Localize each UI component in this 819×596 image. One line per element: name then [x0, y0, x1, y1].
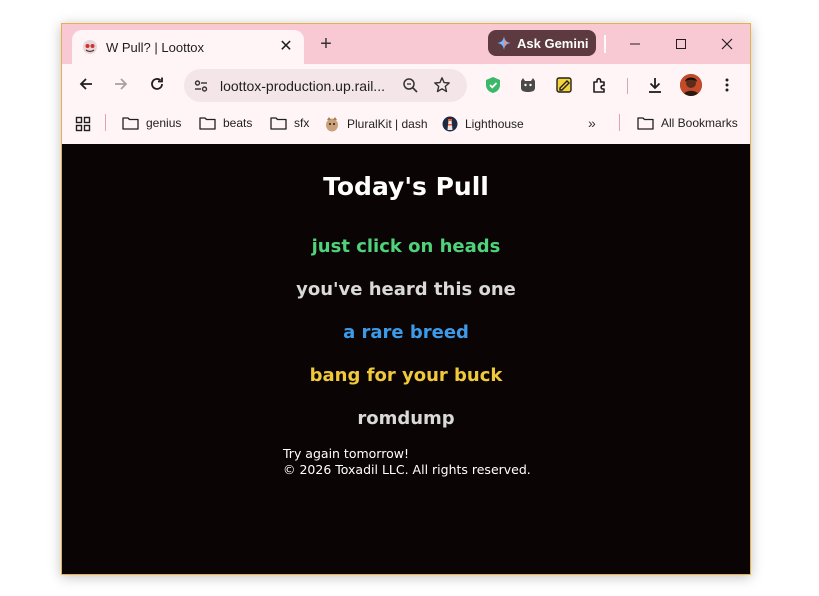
shield-extension-icon[interactable]	[483, 75, 503, 95]
copyright-text: © 2026 Toxadil LLC. All rights reserved.	[283, 462, 531, 477]
tab-title: W Pull? | Loottox	[106, 39, 205, 55]
new-tab-icon[interactable]: +	[316, 34, 336, 54]
pull-item[interactable]: romdump	[62, 408, 750, 429]
more-bookmarks-icon[interactable]: »	[588, 115, 596, 131]
pluralkit-favicon-icon	[326, 117, 338, 132]
bookmark-separator	[105, 114, 106, 131]
pull-item[interactable]: bang for your buck	[62, 365, 750, 386]
notes-extension-icon[interactable]	[554, 75, 574, 95]
reload-icon[interactable]	[147, 74, 167, 94]
bookmark-pluralkit[interactable]: PluralKit | dash	[324, 116, 428, 132]
zoom-icon[interactable]	[402, 77, 419, 94]
browser-toolbar: loottox-production.up.rail...	[62, 64, 750, 104]
bookmark-star-icon[interactable]	[433, 76, 451, 94]
address-bar[interactable]: loottox-production.up.rail...	[184, 69, 467, 102]
url-text[interactable]: loottox-production.up.rail...	[220, 78, 385, 94]
bookmark-separator	[619, 114, 620, 131]
browser-window: W Pull? | Loottox ✕ + Ask Gemini loottox…	[61, 23, 751, 575]
bookmark-label: PluralKit | dash	[347, 117, 428, 131]
bookmark-folder-beats[interactable]: beats	[199, 116, 252, 130]
toolbar-separator	[627, 78, 628, 94]
ask-gemini-label: Ask Gemini	[517, 35, 589, 51]
lighthouse-favicon-icon	[442, 116, 458, 132]
pull-item[interactable]: just click on heads	[62, 236, 750, 257]
all-bookmarks-label: All Bookmarks	[661, 116, 738, 130]
download-icon[interactable]	[645, 75, 665, 95]
tab-strip-separator	[604, 35, 606, 53]
bookmark-label: sfx	[294, 116, 310, 130]
close-window-icon[interactable]	[717, 34, 737, 54]
folder-icon	[270, 117, 287, 130]
extensions-puzzle-icon[interactable]	[590, 75, 610, 95]
tab-close-icon[interactable]: ✕	[278, 39, 294, 55]
bookmark-folder-sfx[interactable]: sfx	[270, 116, 309, 130]
back-arrow-icon[interactable]	[76, 74, 96, 94]
bookmark-label: Lighthouse	[465, 117, 524, 131]
bookmark-label: beats	[223, 116, 253, 130]
maximize-icon[interactable]	[671, 34, 691, 54]
site-info-icon[interactable]	[193, 78, 209, 94]
folder-icon	[122, 117, 139, 130]
bookmark-lighthouse[interactable]: Lighthouse	[442, 116, 524, 132]
page-footer: Try again tomorrow! © 2026 Toxadil LLC. …	[283, 446, 531, 478]
cat-extension-icon[interactable]	[518, 75, 538, 95]
bookmark-folder-genius[interactable]: genius	[122, 116, 181, 130]
ask-gemini-button[interactable]: Ask Gemini	[488, 30, 596, 56]
minimize-icon[interactable]	[625, 34, 645, 54]
retry-message: Try again tomorrow!	[283, 446, 409, 461]
profile-avatar[interactable]	[680, 74, 702, 96]
pull-item[interactable]: a rare breed	[62, 322, 750, 343]
bookmarks-bar: genius beats sfx PluralKit | dash Lighth…	[62, 104, 750, 144]
active-tab[interactable]: W Pull? | Loottox ✕	[72, 30, 304, 64]
gemini-sparkle-icon	[497, 36, 511, 50]
forward-arrow-icon[interactable]	[111, 74, 131, 94]
loottox-favicon-icon	[83, 40, 97, 54]
page-content: Today's Pull just click on heads you've …	[62, 144, 750, 574]
apps-grid-icon[interactable]	[75, 116, 91, 132]
all-bookmarks-button[interactable]: All Bookmarks	[637, 116, 738, 130]
folder-icon	[637, 117, 654, 130]
pull-item[interactable]: you've heard this one	[62, 279, 750, 300]
page-title: Today's Pull	[323, 172, 489, 201]
more-menu-icon[interactable]	[717, 75, 737, 95]
folder-icon	[199, 117, 216, 130]
bookmark-label: genius	[146, 116, 182, 130]
tab-strip: W Pull? | Loottox ✕ + Ask Gemini	[62, 24, 750, 64]
